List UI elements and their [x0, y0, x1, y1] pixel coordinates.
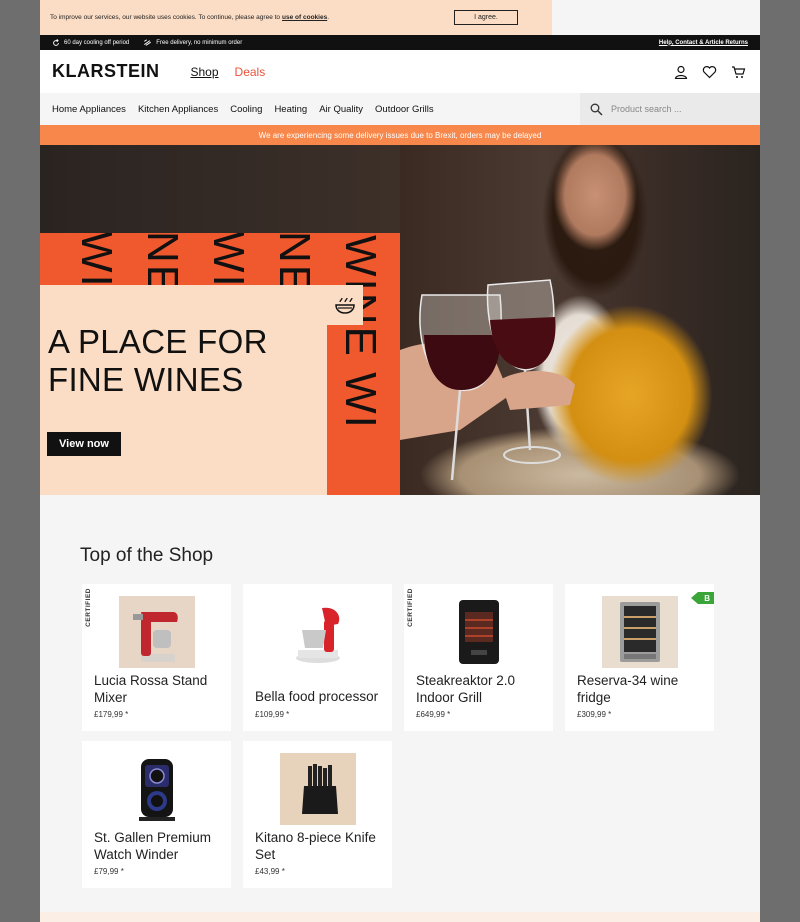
- product-name[interactable]: St. Gallen Premium Watch Winder: [94, 829, 224, 863]
- cookie-agree-button[interactable]: I agree.: [454, 10, 518, 25]
- product-image[interactable]: [602, 596, 678, 668]
- certified-badge: CERTIFIED: [85, 588, 92, 627]
- category-nav: Home Appliances Kitchen Appliances Cooli…: [40, 93, 760, 125]
- product-card[interactable]: B Reserva-34 wine fridge £309,99 *: [565, 584, 714, 731]
- product-name[interactable]: Reserva-34 wine fridge: [577, 672, 707, 706]
- wine-fridge-image: [620, 602, 660, 662]
- site-header: KLARSTEIN Shop Deals: [40, 50, 760, 93]
- product-price: £179,99 *: [94, 710, 129, 719]
- certified-badge: CERTIFIED: [407, 588, 414, 627]
- cooling-off-item: 60 day cooling off period: [52, 38, 130, 47]
- product-image[interactable]: [119, 753, 195, 825]
- nav-shop[interactable]: Shop: [191, 65, 219, 79]
- page: To improve our services, our website use…: [40, 0, 760, 922]
- wine-glasses-illustration: [400, 279, 575, 481]
- category-kitchen-appliances[interactable]: Kitchen Appliances: [138, 104, 218, 115]
- product-price: £109,99 *: [255, 710, 290, 719]
- watch-winder-image: [139, 759, 175, 821]
- hero-deco-word: WI: [72, 233, 121, 289]
- cookie-banner: To improve our services, our website use…: [40, 0, 552, 35]
- hero-deco-word: WINE WI: [336, 235, 385, 430]
- cookie-banner-spacer: [552, 0, 760, 35]
- product-card[interactable]: CERTIFIED Steakreaktor 2.0 Indoor Grill …: [404, 584, 553, 731]
- cooling-off-text: 60 day cooling off period: [64, 39, 130, 46]
- header-icons: [674, 65, 746, 79]
- hero-icon-box: [327, 285, 363, 325]
- hero-deco-word: WI: [204, 233, 253, 289]
- energy-label: B: [691, 592, 714, 604]
- category-outdoor-grills[interactable]: Outdoor Grills: [375, 104, 434, 115]
- product-name[interactable]: Lucia Rossa Stand Mixer: [94, 672, 224, 706]
- cart-icon[interactable]: [731, 65, 746, 79]
- user-icon[interactable]: [674, 65, 688, 79]
- stand-mixer-image: [133, 612, 178, 662]
- product-name[interactable]: Steakreaktor 2.0 Indoor Grill: [416, 672, 546, 706]
- heart-icon[interactable]: [702, 65, 717, 79]
- product-price: £649,99 *: [416, 710, 451, 719]
- product-name[interactable]: Kitano 8-piece Knife Set: [255, 829, 385, 863]
- search-input[interactable]: Product search ...: [580, 93, 760, 125]
- view-now-button[interactable]: View now: [47, 432, 121, 456]
- product-image[interactable]: [280, 753, 356, 825]
- bowl-icon: [335, 297, 355, 314]
- category-air-quality[interactable]: Air Quality: [319, 104, 363, 115]
- delivery-icon: [144, 38, 152, 46]
- hero-dark-backdrop: [40, 145, 400, 233]
- product-name[interactable]: Bella food processor: [255, 688, 385, 705]
- knife-set-image: [302, 764, 338, 814]
- category-home-appliances[interactable]: Home Appliances: [52, 104, 126, 115]
- product-card[interactable]: Bella food processor £109,99 *: [243, 584, 392, 731]
- search-placeholder: Product search ...: [611, 104, 682, 114]
- section-title: Top of the Shop: [80, 545, 214, 566]
- return-arrow-icon: [53, 38, 59, 46]
- help-link[interactable]: Help, Contact & Article Returns: [659, 40, 748, 46]
- info-bar: 60 day cooling off period Free delivery,…: [40, 35, 760, 50]
- hero-title-line: FINE WINES: [48, 361, 244, 398]
- product-image[interactable]: [280, 596, 356, 668]
- product-card[interactable]: CERTIFIED Lucia Rossa Stand Mixer £179,9…: [82, 584, 231, 731]
- category-cooling[interactable]: Cooling: [230, 104, 262, 115]
- free-delivery-text: Free delivery, no minimum order: [156, 39, 243, 46]
- cookie-policy-link[interactable]: use of cookies: [282, 14, 327, 21]
- free-delivery-item: Free delivery, no minimum order: [143, 38, 243, 47]
- hero-title-line: A PLACE FOR: [48, 323, 268, 360]
- indoor-grill-image: [459, 600, 499, 664]
- food-processor-image: [296, 607, 340, 663]
- product-card[interactable]: St. Gallen Premium Watch Winder £79,99 *: [82, 741, 231, 888]
- hero-wine-photo: [400, 145, 760, 495]
- product-price: £309,99 *: [577, 710, 612, 719]
- category-heating[interactable]: Heating: [274, 104, 307, 115]
- search-icon: [590, 103, 603, 116]
- cookie-text-suffix: .: [327, 14, 329, 21]
- product-price: £79,99 *: [94, 867, 124, 876]
- product-image[interactable]: [119, 596, 195, 668]
- product-price: £43,99 *: [255, 867, 285, 876]
- footer-strip: [40, 912, 760, 922]
- product-card[interactable]: Kitano 8-piece Knife Set £43,99 *: [243, 741, 392, 888]
- cookie-text: To improve our services, our website use…: [50, 14, 281, 21]
- nav-deals[interactable]: Deals: [235, 65, 266, 79]
- logo[interactable]: KLARSTEIN: [52, 61, 160, 82]
- hero-title: A PLACE FOR FINE WINES: [48, 323, 268, 399]
- hero-banner: WINE WI NE WI NE WI A PLACE FOR FINE WIN…: [40, 145, 760, 495]
- product-image[interactable]: [441, 596, 517, 668]
- delivery-notice: We are experiencing some delivery issues…: [40, 125, 760, 145]
